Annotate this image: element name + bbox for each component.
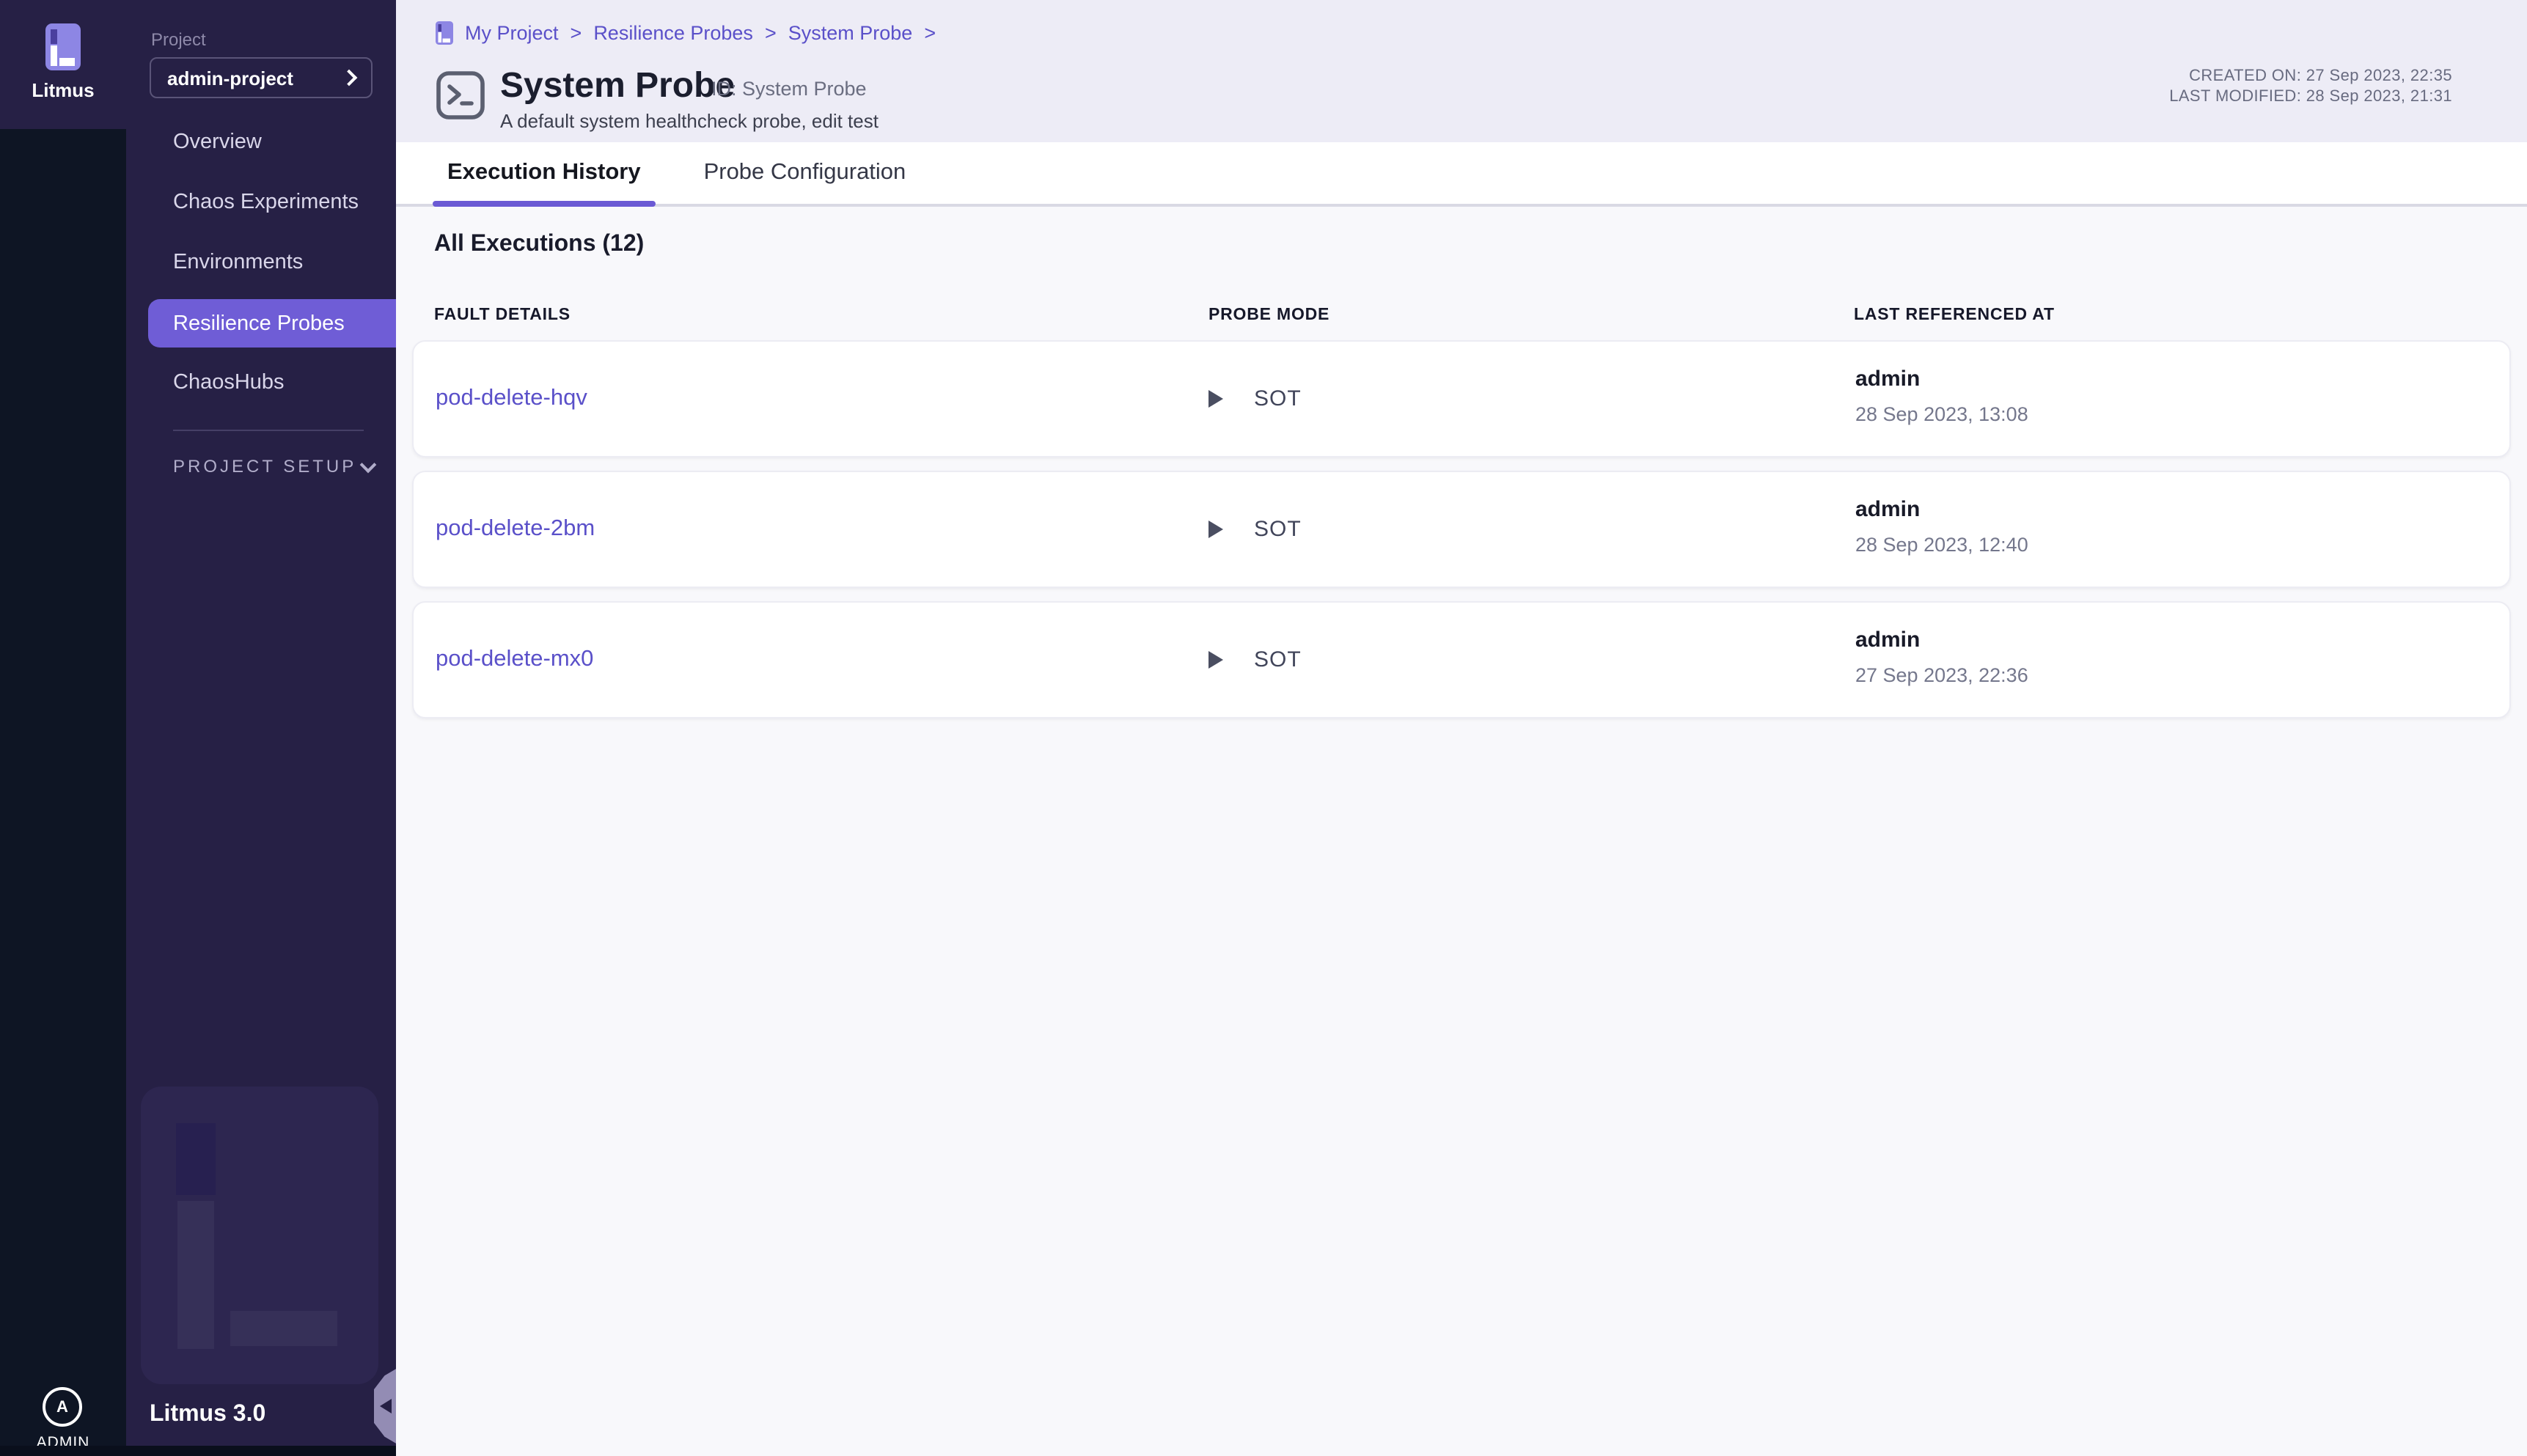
litmus-app: Litmus A ADMIN Project admin-project Ove… xyxy=(0,0,2527,1456)
tab-probe-configuration[interactable]: Probe Configuration xyxy=(689,142,921,204)
all-executions-title: All Executions (12) xyxy=(434,232,644,258)
column-header-probe-mode: PROBE MODE xyxy=(1209,306,1329,324)
executions-panel: All Executions (12) FAULT DETAILS PROBE … xyxy=(396,207,2527,1456)
play-icon[interactable] xyxy=(1209,651,1223,669)
execution-row: pod-delete-hqv SOT admin 28 Sep 2023, 13… xyxy=(412,340,2511,457)
referenced-by: admin xyxy=(1855,497,1920,522)
breadcrumb-separator: > xyxy=(924,22,936,44)
last-modified: LAST MODIFIED: 28 Sep 2023, 21:31 xyxy=(2169,87,2452,107)
probe-mode: SOT xyxy=(1254,517,1302,542)
project-setup-label: PROJECT SETUP xyxy=(173,456,356,477)
probe-id: ID: System Probe xyxy=(711,78,867,100)
referenced-at: 28 Sep 2023, 12:40 xyxy=(1855,534,2028,556)
sidebar-item-environments[interactable]: Environments xyxy=(148,238,396,286)
fault-link[interactable]: pod-delete-hqv xyxy=(436,386,587,412)
litmus-logo-label: Litmus xyxy=(0,79,126,101)
main-area: My Project > Resilience Probes > System … xyxy=(396,0,2527,1456)
breadcrumb-logo-icon xyxy=(436,21,453,45)
execution-row: pod-delete-2bm SOT admin 28 Sep 2023, 12… xyxy=(412,471,2511,588)
breadcrumb: My Project > Resilience Probes > System … xyxy=(436,21,936,45)
chevron-down-icon xyxy=(360,456,377,473)
fault-link[interactable]: pod-delete-mx0 xyxy=(436,647,593,673)
created-on: CREATED ON: 27 Sep 2023, 22:35 xyxy=(2169,66,2452,87)
chevron-right-icon xyxy=(341,70,358,87)
probe-description: A default system healthcheck probe, edit… xyxy=(500,110,879,132)
play-icon[interactable] xyxy=(1209,390,1223,408)
referenced-by: admin xyxy=(1855,628,1920,652)
project-selector-value: admin-project xyxy=(167,67,293,89)
column-header-last-referenced-at: LAST REFERENCED AT xyxy=(1854,306,2055,324)
sidebar-item-chaos-experiments[interactable]: Chaos Experiments xyxy=(148,177,396,226)
breadcrumb-resilience-probes[interactable]: Resilience Probes xyxy=(593,22,753,44)
sidebar-item-chaoshubs[interactable]: ChaosHubs xyxy=(148,358,396,406)
probe-mode: SOT xyxy=(1254,386,1302,411)
litmus-watermark xyxy=(141,1087,378,1384)
play-icon[interactable] xyxy=(1209,521,1223,538)
column-header-fault-details: FAULT DETAILS xyxy=(434,306,571,324)
page-title: System Probe xyxy=(500,66,735,107)
breadcrumb-separator: > xyxy=(571,22,582,44)
breadcrumb-system-probe[interactable]: System Probe xyxy=(788,22,913,44)
version-label: Litmus 3.0 xyxy=(150,1402,265,1428)
breadcrumb-separator: > xyxy=(765,22,777,44)
probe-meta: CREATED ON: 27 Sep 2023, 22:35 LAST MODI… xyxy=(2169,66,2452,107)
referenced-at: 28 Sep 2023, 13:08 xyxy=(1855,403,2028,425)
avatar[interactable]: A xyxy=(43,1387,82,1427)
sidebar-item-overview[interactable]: Overview xyxy=(148,117,396,166)
breadcrumb-my-project[interactable]: My Project xyxy=(465,22,559,44)
page-header: My Project > Resilience Probes > System … xyxy=(396,0,2527,142)
fault-link[interactable]: pod-delete-2bm xyxy=(436,516,595,543)
sidebar-item-resilience-probes[interactable]: Resilience Probes xyxy=(148,299,396,348)
collapse-sidebar-handle[interactable] xyxy=(374,1368,397,1444)
project-setup-toggle[interactable]: PROJECT SETUP xyxy=(173,456,374,477)
probe-mode: SOT xyxy=(1254,647,1302,672)
referenced-at: 27 Sep 2023, 22:36 xyxy=(1855,664,2028,686)
sidebar: Project admin-project Overview Chaos Exp… xyxy=(126,0,396,1456)
litmus-logo-icon[interactable] xyxy=(45,23,81,70)
terminal-icon xyxy=(436,70,485,120)
left-rail: Litmus A ADMIN xyxy=(0,0,126,1456)
referenced-by: admin xyxy=(1855,367,1920,391)
project-label: Project xyxy=(151,29,206,50)
project-selector[interactable]: admin-project xyxy=(150,57,373,98)
sidebar-divider xyxy=(173,430,364,431)
tab-execution-history[interactable]: Execution History xyxy=(433,142,656,204)
execution-row: pod-delete-mx0 SOT admin 27 Sep 2023, 22… xyxy=(412,601,2511,718)
tab-bar: Execution History Probe Configuration xyxy=(396,142,2527,207)
sidebar-bottom-strip xyxy=(0,1446,396,1456)
collapse-arrow-icon xyxy=(380,1399,392,1413)
